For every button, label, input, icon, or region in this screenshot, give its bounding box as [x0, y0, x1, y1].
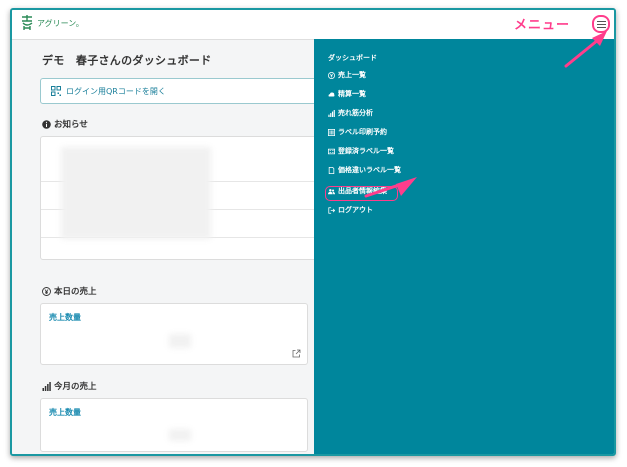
menu-item-label: 精算一覧: [338, 90, 366, 98]
bar-chart-icon: [42, 381, 51, 391]
id-card-icon: [328, 148, 335, 154]
app-logo[interactable]: アグリーン。: [20, 15, 84, 31]
menu-item-price-difference-labels[interactable]: 価格違いラベル一覧: [328, 165, 401, 175]
barcode-icon: [328, 128, 335, 136]
yen-circle-icon: [328, 71, 335, 79]
today-sales-heading: 本日の売上: [42, 285, 97, 297]
month-sales-heading-label: 今月の売上: [54, 382, 97, 392]
month-sales-heading: 今月の売上: [42, 380, 97, 392]
qr-button-label: ログイン用QRコードを開く: [66, 86, 166, 96]
leaf-logo-icon: [22, 15, 33, 30]
page-title: デモ 春子さんのダッシュボード: [42, 54, 212, 67]
info-icon: [42, 119, 51, 129]
today-sales-heading-label: 本日の売上: [54, 287, 97, 297]
cloud-icon: [328, 91, 335, 96]
app-window: アグリーン。 デモ 春子さんのダッシュボード ログイン用QRコードを開く お知ら…: [10, 8, 616, 456]
side-menu-panel: ダッシュボード 売上一覧 精算一覧 売れ筋分析 ラベル印刷予約 登録済ラベル一覧…: [314, 39, 614, 454]
menu-item-label: 価格違いラベル一覧: [338, 166, 401, 174]
menu-item-label: 売れ筋分析: [338, 109, 373, 117]
hamburger-line-icon: [596, 20, 606, 22]
menu-item-label: ログアウト: [338, 206, 373, 214]
side-menu-dashboard-link[interactable]: ダッシュボード: [328, 53, 377, 63]
dashboard-main: デモ 春子さんのダッシュボード ログイン用QRコードを開く お知らせ 本日の売上…: [12, 40, 320, 454]
news-heading: お知らせ: [42, 118, 88, 130]
menu-item-label-print-reservation[interactable]: ラベル印刷予約: [328, 127, 387, 137]
document-icon: [328, 166, 335, 174]
logo-text: アグリーン。: [37, 18, 84, 28]
menu-item-label: ラベル印刷予約: [338, 128, 387, 136]
menu-item-label: 登録済ラベル一覧: [338, 147, 394, 155]
yen-circle-icon: [42, 286, 51, 296]
qr-code-icon: [51, 86, 61, 96]
news-list: [40, 136, 320, 260]
menu-item-registered-labels[interactable]: 登録済ラベル一覧: [328, 146, 394, 156]
today-sales-card[interactable]: 売上数量: [40, 303, 308, 365]
hamburger-line-icon: [596, 26, 606, 28]
redacted-value: [169, 334, 191, 348]
qr-code-login-button[interactable]: ログイン用QRコードを開く: [40, 78, 320, 104]
month-sales-card[interactable]: 売上数量: [40, 398, 308, 452]
menu-item-bestseller-analysis[interactable]: 売れ筋分析: [328, 108, 373, 118]
redacted-value: [169, 429, 191, 441]
logout-icon: [328, 206, 335, 214]
menu-item-label: 売上一覧: [338, 71, 366, 79]
hamburger-line-icon: [596, 23, 606, 25]
today-sales-quantity-label: 売上数量: [49, 313, 81, 322]
bar-chart-icon: [328, 109, 335, 117]
menu-item-sales-list[interactable]: 売上一覧: [328, 70, 366, 80]
menu-item-logout[interactable]: ログアウト: [328, 205, 373, 215]
month-sales-quantity-label: 売上数量: [49, 408, 81, 417]
redacted-news-content: [61, 147, 211, 239]
hamburger-menu-button[interactable]: [592, 15, 610, 33]
seller-info-highlight-box: [325, 186, 398, 201]
menu-item-settlement-list[interactable]: 精算一覧: [328, 89, 366, 99]
news-heading-label: お知らせ: [54, 120, 88, 130]
external-link-icon[interactable]: [292, 349, 301, 358]
menu-callout-label: メニュー: [514, 18, 571, 33]
